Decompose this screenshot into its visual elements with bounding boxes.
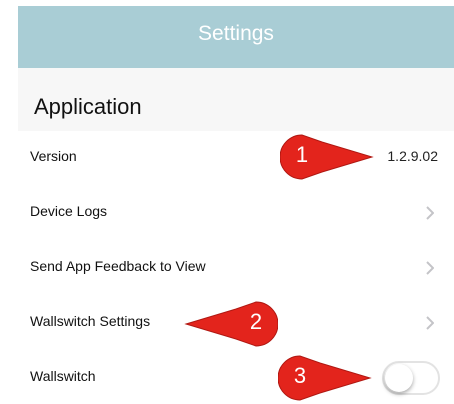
chevron-right-icon xyxy=(426,316,434,330)
version-label: Version xyxy=(30,148,77,164)
wallswitch-toggle[interactable] xyxy=(382,361,440,395)
callout-number-3: 3 xyxy=(293,363,307,388)
nav-title: Settings xyxy=(198,22,274,45)
chevron-right-icon xyxy=(426,206,434,220)
callout-number-2: 2 xyxy=(249,309,263,334)
chevron-right-icon xyxy=(426,261,434,275)
wallswitch-label: Wallswitch xyxy=(30,368,96,384)
callout-3: 3 xyxy=(278,353,378,403)
callout-2: 2 xyxy=(178,299,278,349)
send-feedback-label: Send App Feedback to View xyxy=(30,258,206,274)
section-header-application: Application xyxy=(34,94,142,119)
callout-1: 1 xyxy=(280,132,380,182)
navigation-bar: Settings xyxy=(18,6,454,68)
version-row: Version 1.2.9.02 xyxy=(18,131,454,187)
wallswitch-settings-label: Wallswitch Settings xyxy=(30,313,151,329)
wallswitch-row: Wallswitch xyxy=(18,351,454,404)
device-logs-label: Device Logs xyxy=(30,203,108,219)
version-value: 1.2.9.02 xyxy=(387,148,438,164)
send-feedback-row[interactable]: Send App Feedback to View xyxy=(18,241,454,297)
device-logs-row[interactable]: Device Logs xyxy=(18,186,454,242)
callout-number-1: 1 xyxy=(295,142,309,167)
toggle-knob xyxy=(385,364,413,392)
